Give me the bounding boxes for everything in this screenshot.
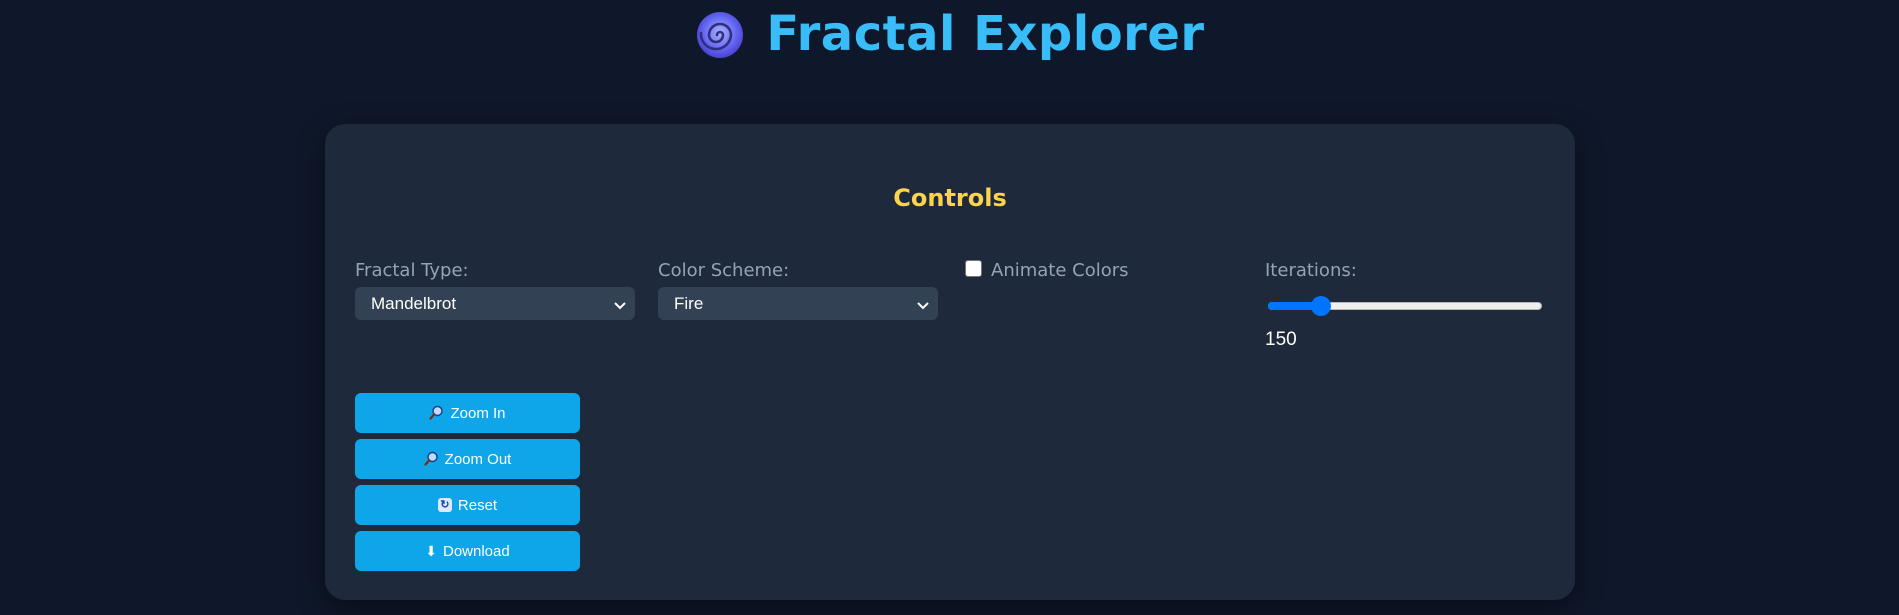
chevron-down-icon — [916, 297, 930, 311]
controls-heading: Controls — [893, 184, 1007, 212]
slider-thumb[interactable] — [1311, 296, 1332, 316]
zoom-out-button[interactable]: Zoom Out — [355, 439, 580, 479]
cyclone-icon — [694, 8, 746, 60]
magnifier-left-icon — [429, 405, 444, 422]
color-scheme-value: Fire — [674, 293, 704, 313]
magnifier-right-icon — [424, 451, 439, 468]
down-arrow-icon: ⬇ — [425, 543, 437, 559]
zoom-in-button[interactable]: Zoom In — [355, 393, 580, 433]
animate-colors-checkbox[interactable] — [965, 259, 982, 277]
action-buttons: Zoom In Zoom Out ↻ Reset ⬇ Download — [355, 393, 580, 571]
color-scheme-select[interactable]: Fire — [658, 287, 938, 320]
controls-panel: Controls Fractal Type: Mandelbrot Color … — [325, 124, 1575, 600]
chevron-down-icon — [613, 297, 627, 311]
color-scheme-label: Color Scheme: — [658, 260, 790, 281]
fractal-type-value: Mandelbrot — [371, 293, 457, 313]
iterations-value: 150 — [1265, 329, 1297, 350]
animate-colors-wrap: Animate Colors — [965, 259, 1129, 282]
iterations-control: Iterations: 150 — [1265, 260, 1545, 351]
fractal-type-control: Fractal Type: Mandelbrot — [355, 260, 635, 320]
color-scheme-control: Color Scheme: Fire — [658, 260, 938, 320]
reset-label: Reset — [457, 496, 498, 514]
refresh-icon: ↻ — [437, 498, 452, 512]
iterations-label: Iterations: — [1265, 260, 1357, 281]
download-label: Download — [443, 542, 510, 560]
zoom-in-label: Zoom In — [450, 404, 506, 422]
iterations-slider[interactable] — [1265, 296, 1545, 316]
download-button[interactable]: ⬇ Download — [355, 531, 580, 571]
animate-colors-control: Animate Colors — [965, 259, 1129, 282]
header: Fractal Explorer — [0, 4, 1899, 64]
fractal-type-select[interactable]: Mandelbrot — [355, 287, 635, 320]
page: Fractal Explorer Controls Fractal Type: … — [0, 0, 1899, 615]
fractal-type-label: Fractal Type: — [355, 260, 469, 281]
page-title: Fractal Explorer — [766, 6, 1205, 62]
zoom-out-label: Zoom Out — [444, 450, 512, 468]
animate-colors-label[interactable]: Animate Colors — [991, 260, 1129, 282]
reset-button[interactable]: ↻ Reset — [355, 485, 580, 525]
